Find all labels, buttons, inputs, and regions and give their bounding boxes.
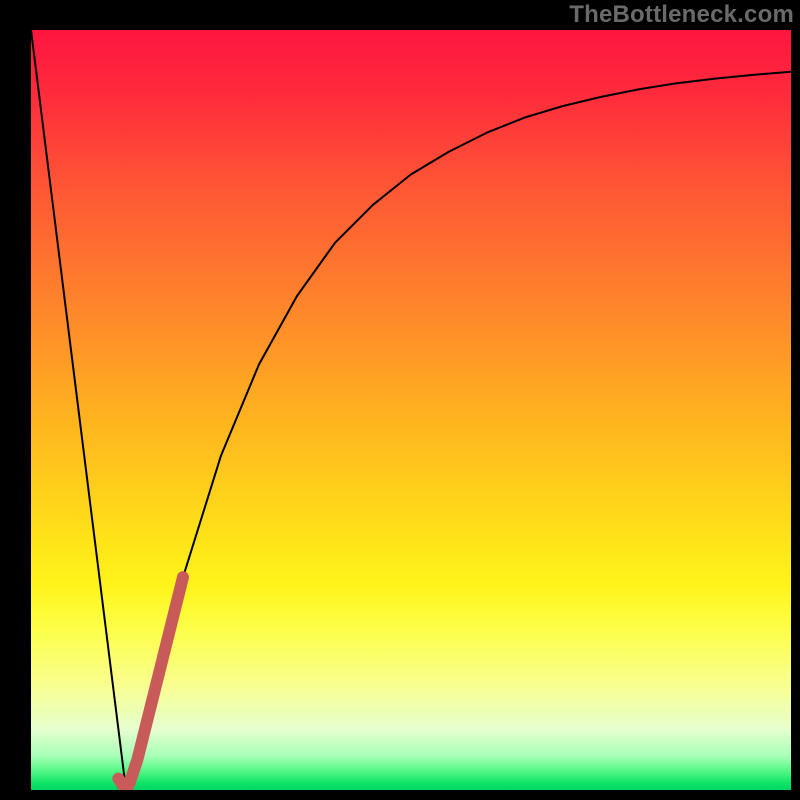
bottleneck-chart <box>0 0 800 800</box>
chart-stage: TheBottleneck.com <box>0 0 800 800</box>
plot-area <box>31 30 791 790</box>
watermark-label: TheBottleneck.com <box>569 1 794 29</box>
